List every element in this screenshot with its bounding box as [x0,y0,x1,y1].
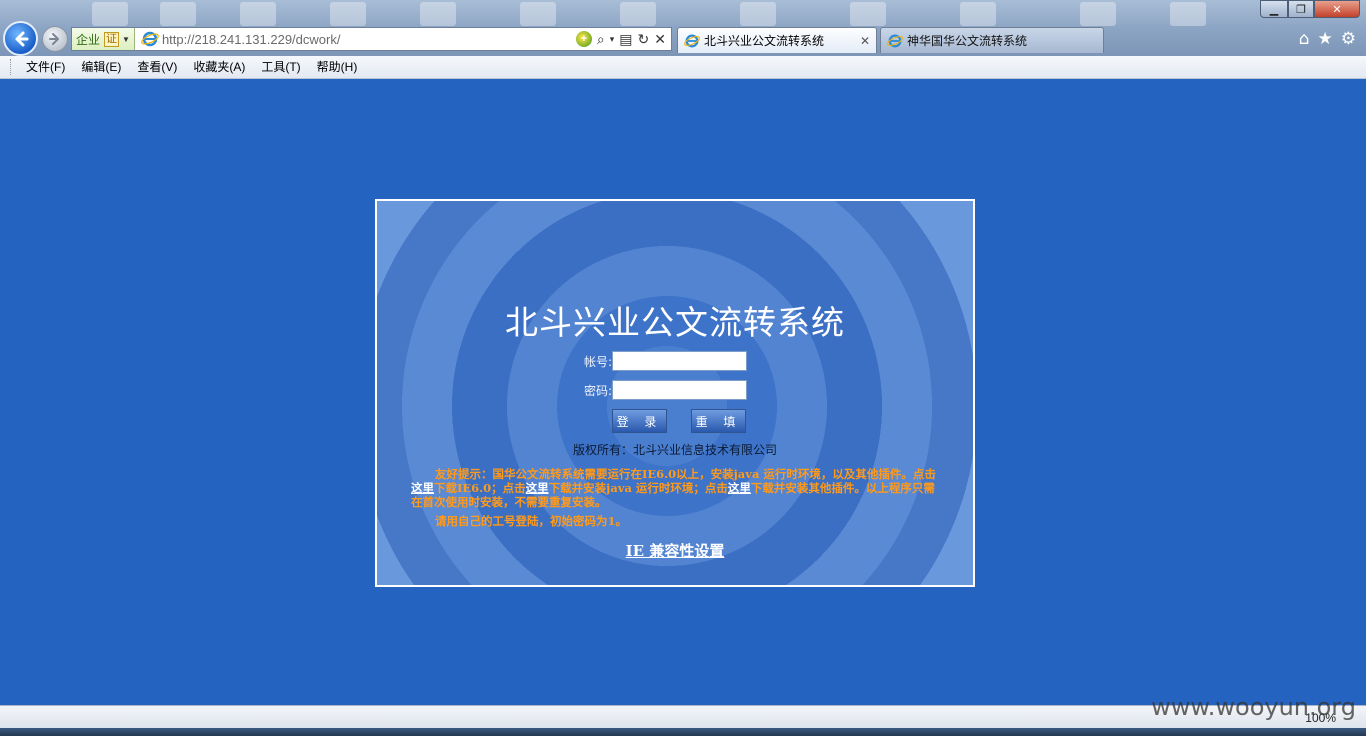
account-input[interactable] [612,351,747,371]
ie-tab-icon [887,34,903,47]
url-text[interactable]: http://218.241.131.229/dcwork/ [162,32,576,47]
tab-active[interactable]: 北斗兴业公文流转系统 ✕ [677,27,877,53]
password-row: 密码: [567,380,747,400]
menu-help[interactable]: 帮助(H) [309,57,366,77]
back-arrow-icon [15,31,28,46]
download-plugins-link[interactable]: 这里 [728,481,751,495]
desktop-blur [1080,2,1116,26]
cert-verified-icon: 证 [104,31,120,47]
stop-icon[interactable]: ✕ [654,31,666,48]
status-bar: 100% www.wooyun.org [0,693,1366,728]
menu-bar: 文件(F) 编辑(E) 查看(V) 收藏夹(A) 工具(T) 帮助(H) [0,56,1366,79]
browser-toolbar-icons: ⌂ ★ ⚙ [1299,29,1356,49]
windows-taskbar [0,728,1366,736]
account-label: 帐号: [583,354,612,369]
address-bar[interactable]: 企业 证 ▼ http://218.241.131.229/dcwork/ + … [71,27,672,51]
desktop-blur [1170,2,1206,26]
ie-page-icon [141,31,159,47]
menu-tools[interactable]: 工具(T) [253,57,308,77]
notice-prefix: 友好提示：国华公文流转系统需要运行在IE6.0以上，安装java 运行时环境，以… [435,467,936,481]
desktop-blur [240,2,276,26]
login-panel: 北斗兴业公文流转系统 帐号: 密码: 登 录 重 填 版权所有：北斗兴业信息技术… [375,199,975,587]
menu-favorites[interactable]: 收藏夹(A) [185,57,253,77]
download-ie-link[interactable]: 这里 [411,481,434,495]
tab-title: 北斗兴业公文流转系统 [704,34,825,48]
minimize-button[interactable]: ▁ [1260,0,1288,18]
menu-view[interactable]: 查看(V) [129,57,185,77]
menu-edit[interactable]: 编辑(E) [73,57,129,77]
dropdown-caret-icon: ▼ [122,34,130,44]
desktop-blur [740,2,776,26]
close-window-button[interactable]: ✕ [1314,0,1360,18]
password-input[interactable] [612,380,747,400]
home-icon[interactable]: ⌂ [1299,29,1310,49]
reset-button[interactable]: 重 填 [691,409,746,433]
close-tab-icon[interactable]: ✕ [860,34,870,48]
notice-mid-2: 下载并安装java 运行时环境；点击 [548,481,728,495]
tab-title: 神华国华公文流转系统 [907,34,1028,48]
login-button[interactable]: 登 录 [612,409,667,433]
search-icon[interactable]: ⌕ [597,31,605,48]
watermark: www.wooyun.org [1151,693,1356,721]
ie-tab-icon [684,34,700,47]
notice-text: 友好提示：国华公文流转系统需要运行在IE6.0以上，安装java 运行时环境，以… [411,467,941,509]
desktop-blur [420,2,456,26]
desktop-blur [520,2,556,26]
system-title: 北斗兴业公文流转系统 [505,303,845,342]
desktop-blur [160,2,196,26]
back-button[interactable] [3,21,38,56]
maximize-button[interactable]: ❐ [1288,0,1314,18]
certificate-badge[interactable]: 企业 证 ▼ [72,28,135,50]
browser-titlebar: 企业 证 ▼ http://218.241.131.229/dcwork/ + … [0,0,1366,56]
desktop-blur [92,2,128,26]
initial-password-notice: 请用自己的工号登陆，初始密码为1。 [435,514,627,528]
dropdown-caret-icon[interactable]: ▾ [610,34,615,45]
tab-inactive[interactable]: 神华国华公文流转系统 [880,27,1104,53]
menu-file[interactable]: 文件(F) [18,57,73,77]
page-icon[interactable]: ▤ [619,31,632,48]
copyright-text: 版权所有：北斗兴业信息技术有限公司 [572,443,777,457]
window-controls: ▁ ❐ ✕ [1260,0,1360,18]
password-label: 密码: [583,383,612,398]
favorites-star-icon[interactable]: ★ [1318,29,1333,49]
desktop-blur [330,2,366,26]
cert-org-label: 企业 [76,32,101,47]
forward-button[interactable] [42,26,68,52]
desktop-blur [620,2,656,26]
download-java-link[interactable]: 这里 [526,481,549,495]
desktop-blur [850,2,886,26]
ie-compat-settings-link[interactable]: IE 兼容性设置 [377,540,973,561]
desktop-blur [960,2,996,26]
forward-arrow-icon [49,33,59,45]
compatibility-view-icon[interactable]: + [575,31,592,47]
toolbar-grip[interactable] [10,59,13,75]
notice-mid-1: 下载IE6.0；点击 [434,481,526,495]
refresh-icon[interactable]: ↻ [638,31,650,48]
gear-icon[interactable]: ⚙ [1341,29,1356,49]
account-row: 帐号: [567,351,747,371]
page-viewport: 北斗兴业公文流转系统 帐号: 密码: 登 录 重 填 版权所有：北斗兴业信息技术… [0,80,1366,705]
